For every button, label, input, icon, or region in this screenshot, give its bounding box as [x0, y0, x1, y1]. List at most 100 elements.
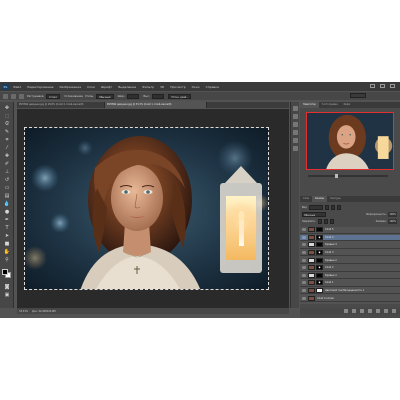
- dodge-tool-icon[interactable]: ●: [3, 209, 11, 215]
- layer-row[interactable]: Слой 4: [300, 234, 400, 242]
- layer-row[interactable]: Слой 0 копия: [300, 295, 400, 302]
- lock-all-icon[interactable]: [329, 218, 334, 224]
- layer-row[interactable]: Слой 2: [300, 265, 400, 272]
- new-layer-icon[interactable]: [384, 309, 388, 313]
- pen-tool-icon[interactable]: ✒: [3, 217, 11, 223]
- blur-tool-icon[interactable]: 💧: [3, 201, 11, 207]
- layer-mask-thumbnail[interactable]: [316, 288, 323, 294]
- layer-kind-select[interactable]: [308, 204, 323, 210]
- filter-type-icon[interactable]: [336, 204, 341, 210]
- link-layers-icon[interactable]: [344, 309, 348, 313]
- marquee-tool-icon[interactable]: ⬚: [3, 113, 11, 119]
- screen-mode-icon[interactable]: ▣: [3, 292, 11, 298]
- antialias-checkbox[interactable]: Сглаживание: [64, 95, 83, 98]
- gradient-tool-icon[interactable]: ▤: [3, 193, 11, 199]
- layer-thumbnail[interactable]: [308, 280, 315, 286]
- menu-file[interactable]: Файл: [13, 85, 21, 89]
- layer-thumbnail[interactable]: [308, 227, 315, 233]
- menu-layer[interactable]: Слои: [87, 85, 95, 89]
- brush-panel-icon[interactable]: [293, 122, 298, 127]
- height-input[interactable]: [152, 93, 165, 99]
- canvas-area[interactable]: [17, 109, 289, 308]
- menu-select[interactable]: Выделение: [118, 85, 136, 89]
- eye-icon[interactable]: [301, 281, 306, 285]
- workspace-switcher[interactable]: [350, 93, 366, 98]
- layer-thumbnail[interactable]: [308, 250, 315, 256]
- navigator-view-frame[interactable]: [306, 112, 394, 170]
- eye-icon[interactable]: [301, 258, 306, 262]
- style-select[interactable]: Обычный: [95, 93, 114, 99]
- eye-icon[interactable]: [301, 289, 306, 293]
- menu-3d[interactable]: 3D: [160, 85, 164, 89]
- lock-pixels-icon[interactable]: [317, 218, 322, 224]
- layer-mask-thumbnail[interactable]: [316, 227, 323, 233]
- healing-tool-icon[interactable]: ✚: [3, 153, 11, 159]
- new-selection-icon[interactable]: [11, 93, 16, 99]
- layer-row[interactable]: Кривые 3: [300, 242, 400, 249]
- menu-edit[interactable]: Редактирование: [27, 85, 53, 89]
- tab-channels[interactable]: Каналы: [311, 196, 328, 202]
- eye-icon[interactable]: [301, 266, 306, 270]
- document-tab[interactable]: IP25892 девушка.jpg @ 18,8% (Слой 4, Сло…: [17, 102, 105, 108]
- new-group-icon[interactable]: [376, 309, 380, 313]
- navigator-zoom-slider[interactable]: [308, 174, 388, 178]
- tab-layers[interactable]: Слои: [300, 196, 312, 202]
- layer-mask-thumbnail[interactable]: [316, 272, 323, 278]
- minimize-button[interactable]: [370, 84, 375, 88]
- layer-thumbnail[interactable]: [308, 295, 315, 301]
- tab-info[interactable]: Инфо: [341, 102, 354, 108]
- maximize-button[interactable]: [380, 84, 385, 88]
- eye-icon[interactable]: [301, 235, 306, 239]
- layer-thumbnail[interactable]: [308, 257, 315, 263]
- portrait-photo[interactable]: [24, 127, 269, 290]
- eye-icon[interactable]: [301, 228, 306, 232]
- adjustment-layer-icon[interactable]: [368, 309, 372, 313]
- refine-edge-button[interactable]: Уточн. край...: [168, 93, 192, 99]
- layer-row[interactable]: Слой 1: [300, 280, 400, 287]
- zoom-level[interactable]: 33,33%: [19, 310, 28, 313]
- hand-tool-icon[interactable]: ✋: [3, 249, 11, 255]
- layer-mask-thumbnail[interactable]: [316, 242, 323, 248]
- tab-navigator[interactable]: Навигатор: [300, 102, 319, 108]
- actions-panel-icon[interactable]: [293, 114, 298, 119]
- move-tool-icon[interactable]: ✥: [3, 105, 11, 111]
- add-selection-icon[interactable]: [19, 93, 24, 99]
- layer-thumbnail[interactable]: [308, 265, 315, 271]
- tab-histogram[interactable]: Гистограмма: [319, 102, 341, 108]
- close-button[interactable]: [390, 84, 395, 88]
- lasso-tool-icon[interactable]: ᘓ: [3, 121, 11, 127]
- type-tool-icon[interactable]: T: [3, 225, 11, 231]
- layer-thumbnail[interactable]: [308, 272, 315, 278]
- character-panel-icon[interactable]: [293, 130, 298, 135]
- layer-thumbnail[interactable]: [308, 288, 315, 294]
- layer-row[interactable]: Слой 3: [300, 250, 400, 257]
- quick-mask-icon[interactable]: ◙: [3, 284, 11, 290]
- menu-window[interactable]: Окно: [192, 85, 200, 89]
- swatches-panel-icon[interactable]: [293, 146, 298, 151]
- eye-icon[interactable]: [301, 273, 306, 277]
- layer-thumbnail[interactable]: [308, 234, 315, 240]
- menu-filter[interactable]: Фильтр: [142, 85, 154, 89]
- layer-mask-thumbnail[interactable]: [316, 250, 323, 256]
- history-brush-tool-icon[interactable]: ↺: [3, 177, 11, 183]
- brush-tool-icon[interactable]: ✐: [3, 161, 11, 167]
- layer-mask-thumbnail[interactable]: [316, 280, 323, 286]
- layer-mask-thumbnail[interactable]: [316, 257, 323, 263]
- add-mask-icon[interactable]: [360, 309, 364, 313]
- delete-layer-icon[interactable]: [392, 309, 396, 313]
- layer-thumbnail[interactable]: [308, 242, 315, 248]
- shape-tool-icon[interactable]: ■: [3, 241, 11, 247]
- tab-paths[interactable]: Контуры: [327, 196, 344, 202]
- layer-style-icon[interactable]: [352, 309, 356, 313]
- history-panel-icon[interactable]: [293, 106, 298, 111]
- zoom-tool-icon[interactable]: ⚲: [3, 257, 11, 263]
- eye-icon[interactable]: [301, 296, 306, 300]
- tool-preset-icon[interactable]: [3, 93, 8, 99]
- eyedropper-tool-icon[interactable]: ⁄: [3, 145, 11, 151]
- document-size-info[interactable]: Док: 22,9М/243,9М: [32, 310, 55, 313]
- clone-stamp-tool-icon[interactable]: ⊥: [3, 169, 11, 175]
- document-tab-active[interactable]: IP25892 девушка.jpg @ 33,3% (Слой 1, Сло…: [105, 102, 207, 108]
- eye-icon[interactable]: [301, 243, 306, 247]
- navigator-zoom-knob[interactable]: [334, 174, 338, 178]
- menu-help[interactable]: Справка: [206, 85, 219, 89]
